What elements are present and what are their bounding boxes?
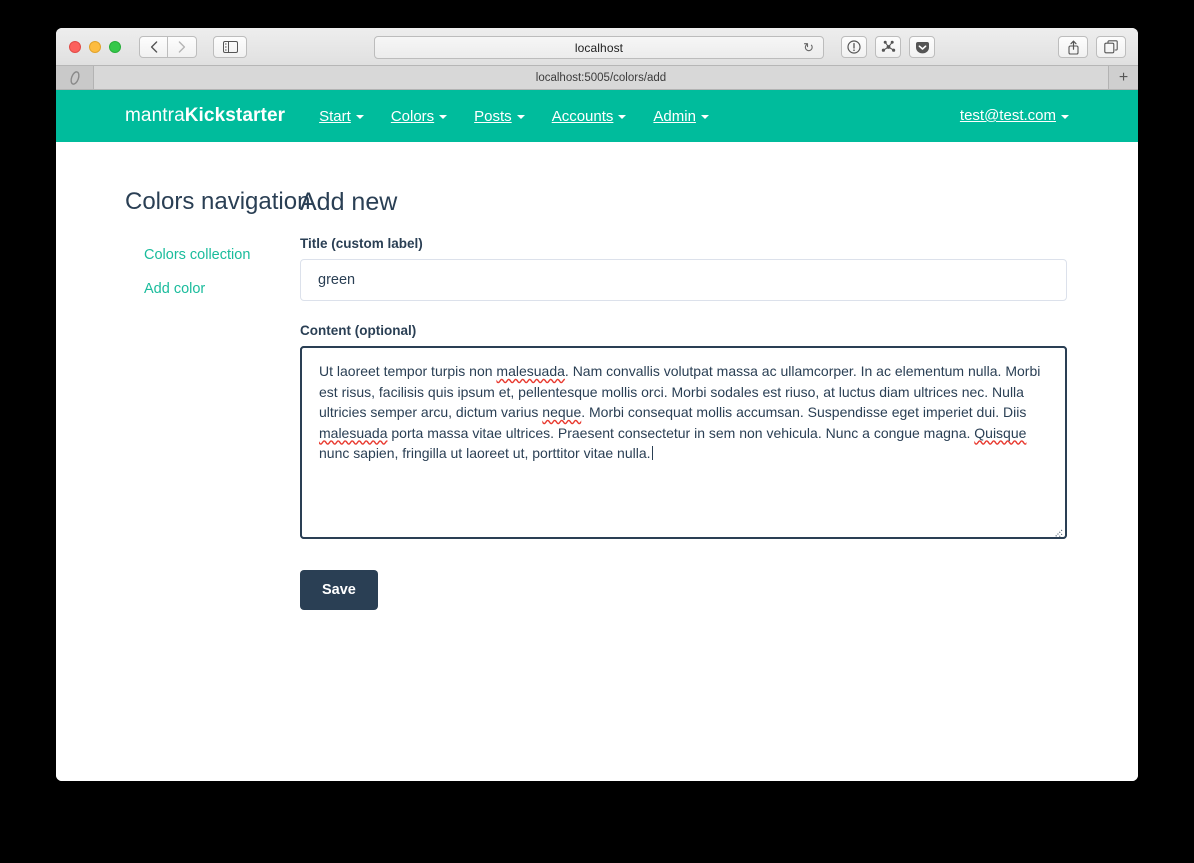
pocket-icon <box>915 41 929 53</box>
chevron-down-icon <box>700 115 709 119</box>
chevron-down-icon <box>355 115 364 119</box>
sidebar-icon <box>222 40 238 53</box>
brand-logo[interactable]: mantraKickstarter <box>125 105 285 127</box>
nav-item-accounts[interactable]: Accounts <box>552 108 627 125</box>
share-button[interactable] <box>1058 36 1088 58</box>
content-textarea-wrap: Ut laoreet tempor turpis non malesuada. … <box>300 346 1067 544</box>
account-menu-wrap: test@test.com <box>960 107 1069 125</box>
window-controls <box>56 40 121 53</box>
nav-item-start-label: Start <box>319 107 351 125</box>
add-color-form: Add new Title (custom label) Content (op… <box>300 188 1138 610</box>
back-button[interactable] <box>139 35 168 58</box>
leaf-favicon-icon <box>69 70 80 85</box>
chevron-down-icon <box>439 115 448 119</box>
show-tabs-button[interactable] <box>1096 36 1126 58</box>
title-field-label: Title (custom label) <box>300 236 423 251</box>
share-nodes-button[interactable] <box>875 36 901 58</box>
tabs-icon <box>1104 40 1118 54</box>
nav-item-admin-label: Admin <box>653 107 696 125</box>
pocket-button[interactable] <box>909 36 935 58</box>
info-button[interactable] <box>841 36 867 58</box>
page-title: Add new <box>300 188 398 216</box>
info-icon <box>847 40 861 54</box>
content-field-label: Content (optional) <box>300 323 417 338</box>
title-input[interactable] <box>300 259 1067 301</box>
minimize-window-button[interactable] <box>89 40 101 53</box>
brand-light-text: mantra <box>125 105 185 126</box>
save-button[interactable]: Save <box>300 570 378 610</box>
chevron-down-icon <box>516 115 525 119</box>
account-menu[interactable]: test@test.com <box>960 107 1069 124</box>
sidebar-item-add-color[interactable]: Add color <box>125 272 300 306</box>
nav-item-start[interactable]: Start <box>319 108 364 125</box>
brand-bold-text: Kickstarter <box>184 105 286 126</box>
address-bar-text: localhost <box>574 40 624 55</box>
browser-toolbar: localhost ↻ <box>56 28 1138 66</box>
site-navbar: mantraKickstarter Start Colors Posts Acc… <box>56 90 1138 142</box>
sidebar-item-colors-collection[interactable]: Colors collection <box>125 238 300 272</box>
nav-item-colors[interactable]: Colors <box>390 107 448 125</box>
nav-item-colors-label: Colors <box>390 107 435 125</box>
toolbar-extension-buttons <box>841 36 935 58</box>
chevron-down-icon <box>618 115 627 119</box>
chevron-right-icon <box>178 40 186 53</box>
chevron-down-icon <box>1061 114 1069 119</box>
nav-item-admin[interactable]: Admin <box>653 108 709 125</box>
address-bar[interactable]: localhost ↻ <box>374 36 824 59</box>
sidebar-toggle-button[interactable] <box>213 35 247 58</box>
browser-window: localhost ↻ localhost:5005/colors/add + … <box>56 28 1138 781</box>
tab-url-text: localhost:5005/colors/add <box>535 71 667 84</box>
maximize-window-button[interactable] <box>109 40 121 53</box>
web-page: mantraKickstarter Start Colors Posts Acc… <box>56 90 1138 781</box>
toolbar-right-buttons <box>1058 36 1126 58</box>
account-email-label: test@test.com <box>959 107 1056 124</box>
chevron-left-icon <box>150 40 157 53</box>
favicon-tab[interactable] <box>56 66 94 89</box>
colors-sidebar: Colors navigation Colors collection Add … <box>56 188 311 610</box>
nav-item-posts[interactable]: Posts <box>474 108 525 125</box>
tab-strip: localhost:5005/colors/add + <box>56 66 1138 90</box>
tab-url-area[interactable]: localhost:5005/colors/add <box>94 66 1108 89</box>
forward-button[interactable] <box>168 35 197 58</box>
close-window-button[interactable] <box>69 40 81 53</box>
page-content: Colors navigation Colors collection Add … <box>56 142 1138 610</box>
reload-icon[interactable]: ↻ <box>803 40 814 56</box>
new-tab-button[interactable]: + <box>1108 66 1138 89</box>
nav-item-accounts-label: Accounts <box>551 107 614 125</box>
share-nodes-icon <box>881 40 895 52</box>
content-textarea-rendered-text[interactable]: Ut laoreet tempor turpis non malesuada. … <box>300 346 1067 539</box>
navigation-buttons <box>139 35 197 58</box>
nav-item-posts-label: Posts <box>474 107 512 125</box>
share-icon <box>1067 40 1079 55</box>
sidebar-title: Colors navigation <box>125 188 311 215</box>
